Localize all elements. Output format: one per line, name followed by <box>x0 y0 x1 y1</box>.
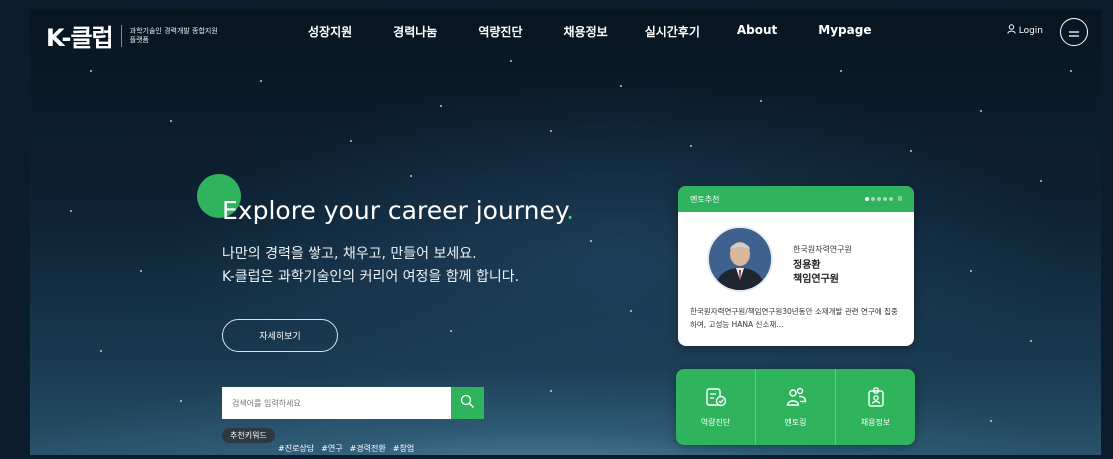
detail-button[interactable]: 자세히보기 <box>222 319 338 352</box>
search-icon <box>460 394 475 413</box>
starfield <box>30 10 1101 455</box>
logo-divider <box>120 24 122 47</box>
quick-menu: 역량진단 멘토링 채용정보 <box>676 369 915 445</box>
pager-dot[interactable] <box>870 197 875 201</box>
keyword-tag[interactable]: #창업 <box>393 443 414 454</box>
nav-item-jobs[interactable]: 채용정보 <box>564 23 608 40</box>
pager-dot[interactable] <box>888 197 893 201</box>
hero-title-dot: . <box>566 196 575 225</box>
mentor-name: 정용환 <box>793 260 821 271</box>
search-bar <box>222 387 484 419</box>
quick-menu-jobs[interactable]: 채용정보 <box>836 369 915 445</box>
mentor-position: 책임연구원 <box>793 274 839 285</box>
main-nav: 성장지원 경력나눔 역량진단 채용정보 실시간후기 About Mypage <box>308 23 871 40</box>
keyword-tag[interactable]: #경력전환 <box>350 443 386 454</box>
keyword-list: #진로상담 #연구 #경력전환 #창업 <box>278 443 414 454</box>
mentor-description: 한국원자력연구원/책임연구원30년동안 소재개발 관련 연구에 집중하여, 고성… <box>690 307 898 329</box>
keyword-tag[interactable]: #진로상담 <box>278 443 314 454</box>
search-input[interactable] <box>222 387 451 419</box>
nav-item-growth[interactable]: 성장지원 <box>308 23 352 40</box>
pager-dot[interactable] <box>876 197 881 201</box>
login-link[interactable]: Login <box>1007 24 1043 37</box>
nav-item-reviews[interactable]: 실시간후기 <box>645 23 700 40</box>
quick-menu-label: 역량진단 <box>700 418 731 427</box>
carousel-pager: II <box>864 195 902 203</box>
nav-item-about[interactable]: About <box>737 23 777 40</box>
quick-menu-label: 멘토링 <box>784 418 807 427</box>
pager-dot[interactable] <box>882 197 887 201</box>
keyword-tag[interactable]: #연구 <box>321 443 342 454</box>
site-header: K-클럽 과학기술인 경력개발 종합지원 플랫폼 성장지원 경력나눔 역량진단 … <box>30 10 1101 52</box>
hero-subtitle: 나만의 경력을 쌓고, 채우고, 만들어 보세요. K-클럽은 과학기술인의 커… <box>222 243 519 289</box>
hamburger-icon <box>1068 23 1080 42</box>
logo[interactable]: K-클럽 과학기술인 경력개발 종합지원 플랫폼 <box>46 18 220 53</box>
logo-mark: K-클럽 <box>46 24 114 52</box>
diagnosis-icon <box>705 386 727 410</box>
login-label: Login <box>1018 25 1043 36</box>
nav-item-mypage[interactable]: Mypage <box>818 23 871 40</box>
menu-button[interactable] <box>1060 18 1088 46</box>
hero-section: K-클럽 과학기술인 경력개발 종합지원 플랫폼 성장지원 경력나눔 역량진단 … <box>30 10 1101 455</box>
search-button[interactable] <box>451 387 484 419</box>
quick-menu-diagnosis[interactable]: 역량진단 <box>676 369 756 445</box>
job-badge-icon <box>865 386 887 410</box>
mentor-organization: 한국원자력연구원 <box>793 245 852 254</box>
nav-item-career-sharing[interactable]: 경력나눔 <box>393 23 437 40</box>
hero-title: Explore your career journey. <box>222 196 574 225</box>
hero-title-text: Explore your career journey <box>222 196 567 225</box>
pager-dot-active[interactable] <box>864 197 869 201</box>
quick-menu-mentoring[interactable]: 멘토링 <box>756 369 836 445</box>
hero-subtitle-line2: K-클럽은 과학기술인의 커리어 여정을 함께 합니다. <box>222 269 520 285</box>
user-icon <box>1007 24 1016 37</box>
mentor-avatar <box>707 226 773 292</box>
mentor-card-header: 멘토추천 II <box>678 186 914 212</box>
quick-menu-label: 채용정보 <box>860 418 891 427</box>
nav-item-diagnosis[interactable]: 역량진단 <box>478 23 522 40</box>
mentor-card[interactable]: 멘토추천 II 한국원자력연구원 정용환 책임연구원 한국원자력연구원/책임연구… <box>678 186 914 346</box>
mentor-card-label: 멘토추천 <box>690 194 720 204</box>
hero-subtitle-line1: 나만의 경력을 쌓고, 채우고, 만들어 보세요. <box>222 246 477 262</box>
recommended-keywords-badge: 추천키워드 <box>222 428 275 443</box>
mentoring-icon <box>785 386 807 410</box>
pause-icon[interactable]: II <box>898 195 902 203</box>
logo-tagline: 과학기술인 경력개발 종합지원 플랫폼 <box>129 26 218 44</box>
